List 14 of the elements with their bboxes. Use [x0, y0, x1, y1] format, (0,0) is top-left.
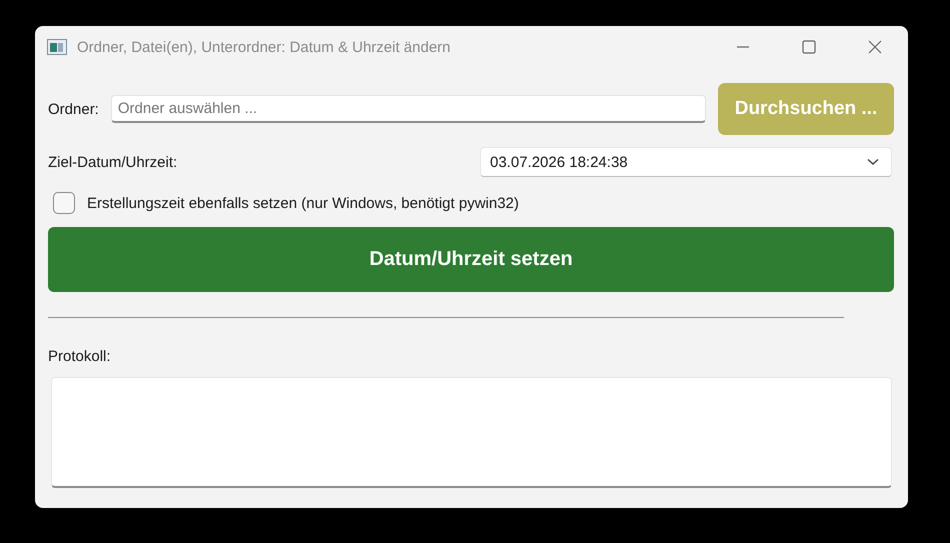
target-datetime-label: Ziel-Datum/Uhrzeit: — [48, 154, 178, 170]
maximize-icon — [802, 40, 816, 54]
folder-input-field[interactable]: Ordner auswählen ... — [110, 95, 706, 123]
datetime-dropdown[interactable]: 03.07.2026 18:24:38 — [480, 147, 892, 177]
chevron-down-icon — [867, 158, 879, 166]
log-text-area[interactable] — [51, 377, 892, 488]
creation-time-label: Erstellungszeit ebenfalls setzen (nur Windows, benötigt pywin32) — [87, 194, 519, 212]
apply-datetime-button[interactable]: Datum/Uhrzeit setzen — [48, 227, 894, 292]
log-label: Protokoll: — [48, 348, 112, 365]
close-icon — [868, 40, 882, 54]
folder-label: Ordner: — [48, 100, 99, 118]
window-title: Ordner, Datei(en), Unterordner: Datum & Uhrzeit ändern — [77, 38, 452, 56]
creation-time-checkbox[interactable] — [53, 192, 75, 214]
window-icon — [47, 39, 67, 55]
